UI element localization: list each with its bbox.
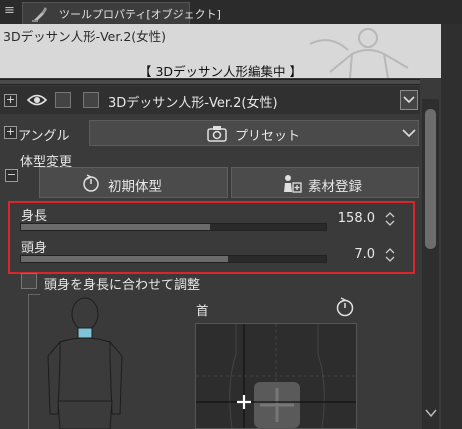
- expand-button[interactable]: +: [4, 126, 17, 139]
- scroll-down-icon[interactable]: [425, 408, 437, 418]
- initial-body-button[interactable]: 初期体型: [39, 167, 228, 198]
- dropdown-arrow-icon: [403, 96, 415, 104]
- tool-property-tab[interactable]: ツールプロパティ[オブジェクト]: [22, 2, 221, 24]
- tool-icon: [32, 7, 47, 22]
- register-material-button[interactable]: 素材登録: [231, 167, 419, 198]
- model-preview-banner: 3Dデッサン人形-Ver.2(女性) 【 3Dデッサン人形編集中 】: [0, 24, 441, 78]
- neck-adjust-pad[interactable]: [195, 323, 357, 429]
- lock-toggle[interactable]: [55, 92, 71, 108]
- tab-title: ツールプロパティ[オブジェクト]: [59, 8, 221, 21]
- fit-head-to-height-checkbox[interactable]: [21, 273, 37, 289]
- banner-model-title: 3Dデッサン人形-Ver.2(女性): [3, 29, 167, 44]
- divider: [0, 79, 420, 85]
- model-row: + 3Dデッサン人形-Ver.2(女性): [0, 86, 420, 114]
- register-material-icon: [284, 175, 302, 193]
- menu-icon[interactable]: ≡: [4, 2, 18, 20]
- eye-icon[interactable]: [27, 93, 47, 107]
- camera-icon: [207, 126, 227, 142]
- mannequin-figure[interactable]: [40, 296, 140, 429]
- color-toggle[interactable]: [83, 92, 99, 108]
- chevron-down-icon: [402, 129, 416, 138]
- register-material-label: 素材登録: [308, 179, 362, 195]
- highlight-box: [8, 201, 415, 274]
- model-dropdown[interactable]: [400, 90, 418, 110]
- fit-head-to-height-label: 頭身を身長に合わせて調整: [44, 278, 201, 293]
- banner-edit-status: 【 3Dデッサン人形編集中 】: [138, 64, 303, 78]
- side-strip: [441, 24, 462, 429]
- body-panel-rail: [28, 294, 40, 429]
- initial-body-label: 初期体型: [108, 179, 162, 195]
- model-name: 3Dデッサン人形-Ver.2(女性): [108, 96, 278, 111]
- neck-pad-graphic: [196, 324, 356, 428]
- angle-label: アングル: [18, 129, 70, 144]
- collapse-button[interactable]: −: [5, 169, 18, 182]
- vertical-scrollbar[interactable]: [422, 99, 439, 429]
- preset-label: プリセット: [235, 129, 301, 144]
- scrollbar-thumb[interactable]: [425, 109, 436, 249]
- panel-tab-bar: ≡ ツールプロパティ[オブジェクト]: [0, 0, 462, 24]
- crosshair-icon[interactable]: [236, 394, 252, 410]
- expand-button[interactable]: +: [4, 94, 17, 107]
- reset-icon[interactable]: [335, 297, 355, 317]
- reset-icon: [83, 174, 99, 192]
- neck-label: 首: [196, 303, 209, 318]
- angle-preset-dropdown[interactable]: プリセット: [89, 120, 419, 146]
